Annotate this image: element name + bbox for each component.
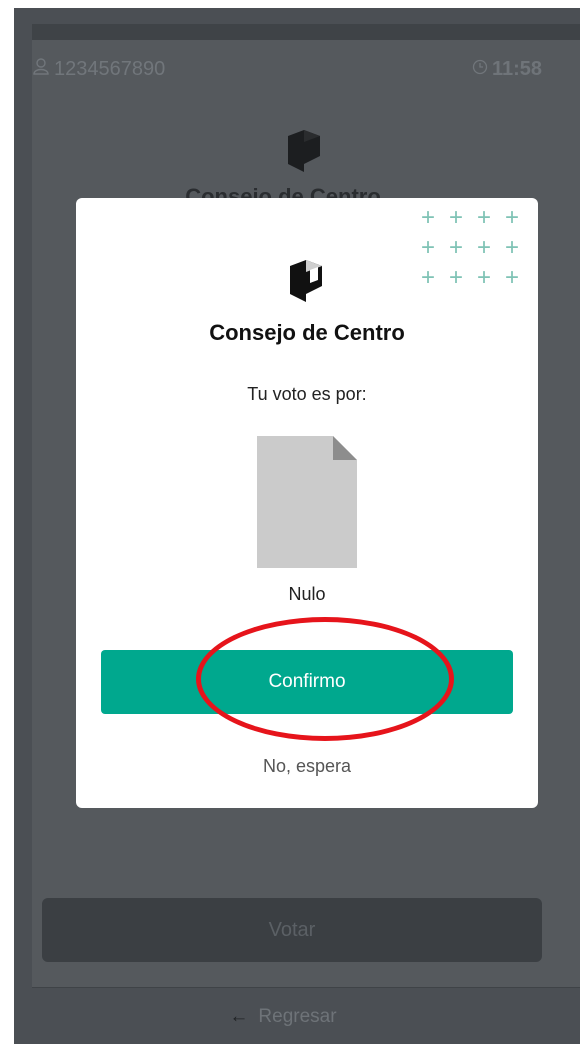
logo-icon: [290, 260, 322, 302]
time-display: 11:58: [491, 57, 542, 80]
dialog-subtitle: Tu voto es por:: [247, 384, 367, 404]
user-icon: [32, 57, 50, 81]
user-id: 1234567890: [54, 57, 166, 80]
cancel-link[interactable]: No, espera: [76, 756, 538, 777]
status-bar: 1234567890 11:58: [32, 54, 542, 84]
plus-pattern-icon: + + + + + + + + + + + +: [420, 204, 519, 291]
background-title: Consejo de Centro: [185, 184, 381, 198]
clock-icon: [472, 58, 488, 81]
back-link-label: Regresar: [258, 1006, 337, 1027]
logo-icon: [288, 130, 320, 172]
arrow-left-icon: ←: [229, 1006, 249, 1027]
vote-button[interactable]: Votar: [42, 898, 542, 962]
vote-choice-label: Nulo: [288, 584, 326, 604]
top-edge: [14, 0, 580, 8]
user-info: 1234567890: [32, 57, 165, 81]
time-info: 11:58: [472, 58, 542, 81]
dialog-title: Consejo de Centro: [209, 320, 405, 345]
back-link[interactable]: ← Regresar: [0, 1006, 566, 1028]
red-highlight-circle: [196, 617, 454, 741]
document-icon: [257, 436, 357, 568]
